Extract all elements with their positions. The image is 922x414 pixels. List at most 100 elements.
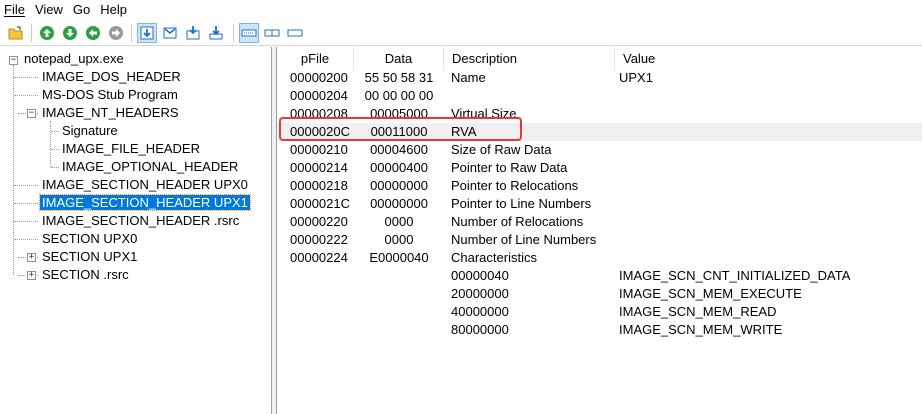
layout-3-button[interactable] [285, 23, 305, 43]
description-cell: 40000000 [451, 304, 509, 319]
data-cell: 00000400 [370, 160, 428, 175]
value-cell [619, 87, 919, 105]
table-row[interactable]: 00000040 IMAGE_SCN_CNT_INITIALIZED_DATA [277, 267, 922, 285]
layout-2-icon [264, 29, 280, 37]
tree-root[interactable]: notepad_upx.exe [22, 50, 126, 68]
table-row[interactable]: 00000220 0000 Number of Relocations [277, 213, 922, 231]
tree-item-optional-header[interactable]: IMAGE_OPTIONAL_HEADER [60, 158, 240, 176]
view-mode-1-icon [140, 26, 154, 40]
table-row-rva[interactable]: 0000020C 00011000 RVA [277, 123, 922, 141]
column-header-description[interactable]: Description [444, 47, 615, 71]
pfile-cell: 00000222 [290, 232, 348, 247]
pfile-cell [290, 303, 352, 321]
go-down-button[interactable] [60, 23, 80, 43]
open-file-button[interactable] [6, 23, 26, 43]
table-row[interactable]: 00000224 E0000040 Characteristics [277, 249, 922, 267]
data-cell [354, 303, 444, 321]
table-row[interactable]: 00000200 55 50 58 31 Name UPX1 [277, 69, 922, 87]
layout-1-button[interactable] [239, 23, 259, 43]
layout-1-icon [241, 29, 257, 37]
tree-item-dos-header[interactable]: IMAGE_DOS_HEADER [40, 68, 183, 86]
table-row[interactable]: 00000214 00000400 Pointer to Raw Data [277, 159, 922, 177]
pfile-cell: 00000214 [290, 160, 348, 175]
description-cell: Size of Raw Data [451, 142, 552, 157]
column-header-pfile[interactable]: pFile [277, 47, 354, 71]
value-cell [619, 195, 919, 213]
description-cell: Number of Relocations [451, 214, 584, 229]
arrow-right-gray-icon [109, 26, 123, 40]
layout-3-icon [287, 29, 303, 37]
table-row[interactable]: 00000208 00005000 Virtual Size [277, 105, 922, 123]
layout-2-button[interactable] [262, 23, 282, 43]
tree-item-section-upx1[interactable]: SECTION UPX1 [40, 248, 139, 266]
table-row[interactable]: 20000000 IMAGE_SCN_MEM_EXECUTE [277, 285, 922, 303]
structure-tree[interactable]: − notepad_upx.exe IMAGE_DOS_HEADER MS-DO… [0, 47, 272, 414]
table-row[interactable]: 00000204 00 00 00 00 [277, 87, 922, 105]
data-cell [354, 321, 444, 339]
arrow-left-green-icon [86, 26, 100, 40]
data-cell: 0000 [384, 232, 414, 247]
open-folder-icon [8, 26, 23, 40]
expand-section-upx1-icon[interactable]: + [27, 253, 36, 262]
menu-bar: File View Go Help [0, 0, 922, 20]
value-cell [619, 249, 919, 267]
data-cell: 00000000 [370, 178, 428, 193]
column-header-value[interactable]: Value [615, 47, 922, 71]
collapse-root-icon[interactable]: − [9, 56, 18, 65]
tree-item-file-header[interactable]: IMAGE_FILE_HEADER [60, 140, 202, 158]
menu-view[interactable]: View [30, 0, 68, 20]
tree-item-section-header-upx0[interactable]: IMAGE_SECTION_HEADER UPX0 [40, 176, 250, 194]
tree-item-section-header-upx1[interactable]: IMAGE_SECTION_HEADER UPX1 [39, 194, 251, 212]
view-mode-3-button[interactable] [183, 23, 203, 43]
value-cell [619, 141, 919, 159]
description-cell: 80000000 [451, 322, 509, 337]
data-cell: 00004600 [370, 142, 428, 157]
table-row[interactable]: 00000222 0000 Number of Line Numbers [277, 231, 922, 249]
pfile-cell: 00000200 [290, 70, 348, 85]
table-row[interactable]: 00000218 00000000 Pointer to Relocations [277, 177, 922, 195]
table-row[interactable]: 80000000 IMAGE_SCN_MEM_WRITE [277, 321, 922, 339]
description-cell: Pointer to Line Numbers [451, 196, 592, 211]
value-cell [619, 159, 919, 177]
value-cell [619, 231, 919, 249]
description-cell: Name [451, 70, 486, 85]
arrow-up-green-icon [40, 26, 54, 40]
table-row[interactable]: 0000021C 00000000 Pointer to Line Number… [277, 195, 922, 213]
pfile-cell: 0000021C [290, 196, 350, 211]
view-mode-1-button[interactable] [137, 23, 157, 43]
tree-item-section-upx0[interactable]: SECTION UPX0 [40, 230, 139, 248]
value-cell [619, 123, 919, 141]
tree-item-signature[interactable]: Signature [60, 122, 120, 140]
pfile-cell: 00000208 [290, 106, 348, 121]
data-cell [354, 285, 444, 303]
pfile-cell: 00000224 [290, 250, 348, 265]
view-mode-4-button[interactable] [206, 23, 226, 43]
go-back-button[interactable] [83, 23, 103, 43]
column-header-data[interactable]: Data [354, 47, 444, 71]
pfile-cell: 0000020C [290, 124, 350, 139]
tree-item-nt-headers[interactable]: IMAGE_NT_HEADERS [40, 104, 181, 122]
description-cell: Characteristics [451, 250, 537, 265]
go-forward-button[interactable] [106, 23, 126, 43]
tree-item-section-rsrc[interactable]: SECTION .rsrc [40, 266, 131, 284]
table-row[interactable]: 40000000 IMAGE_SCN_MEM_READ [277, 303, 922, 321]
pfile-cell: 00000204 [290, 88, 348, 103]
collapse-nt-headers-icon[interactable]: − [27, 109, 36, 118]
data-cell: 00011000 [370, 124, 428, 139]
pfile-cell [290, 321, 352, 339]
tree-item-dos-stub[interactable]: MS-DOS Stub Program [40, 86, 180, 104]
data-cell: 00000000 [370, 196, 428, 211]
view-mode-2-button[interactable] [160, 23, 180, 43]
value-cell: UPX1 [619, 70, 653, 85]
pfile-cell [290, 285, 352, 303]
tree-item-section-header-rsrc[interactable]: IMAGE_SECTION_HEADER .rsrc [40, 212, 241, 230]
view-mode-3-icon [186, 26, 200, 40]
data-cell: 00 00 00 00 [364, 88, 434, 103]
description-cell: Pointer to Relocations [451, 178, 579, 193]
menu-help[interactable]: Help [95, 0, 132, 20]
table-row[interactable]: 00000210 00004600 Size of Raw Data [277, 141, 922, 159]
go-up-button[interactable] [37, 23, 57, 43]
menu-go[interactable]: Go [68, 0, 95, 20]
expand-section-rsrc-icon[interactable]: + [27, 271, 36, 280]
menu-file[interactable]: File [0, 0, 30, 20]
